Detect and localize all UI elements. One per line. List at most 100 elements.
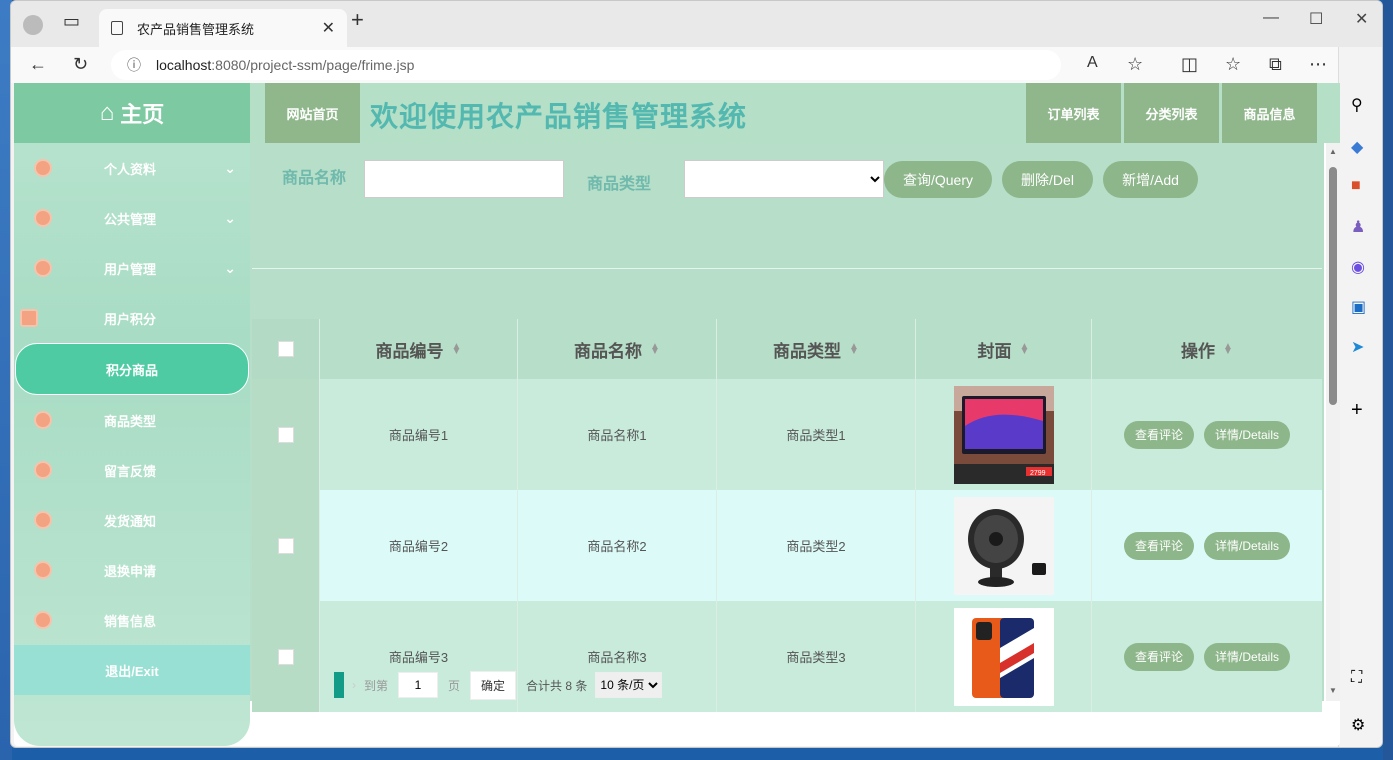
- sort-icon: ▲ ▼: [1019, 341, 1030, 357]
- split-screen-icon[interactable]: ◫: [1181, 54, 1198, 75]
- send-icon[interactable]: ➤: [1351, 337, 1364, 357]
- close-tab-icon[interactable]: ✕: [322, 18, 335, 38]
- nav-home[interactable]: 网站首页: [265, 83, 360, 143]
- goods-type-select[interactable]: [684, 160, 884, 198]
- maximize-icon[interactable]: ☐: [1309, 9, 1323, 29]
- scrollbar-thumb[interactable]: [1329, 167, 1337, 405]
- vertical-scrollbar[interactable]: ▲ ▼: [1326, 143, 1340, 701]
- close-window-icon[interactable]: ✕: [1355, 9, 1368, 29]
- divider: [252, 268, 1322, 269]
- sidebar-item-returns[interactable]: 退换申请: [14, 545, 250, 595]
- goods-name-cell: 商品名称1: [518, 379, 717, 490]
- cover-cell: 2799: [916, 379, 1092, 490]
- sidebar-item-label: 销售信息: [104, 613, 157, 629]
- details-button[interactable]: 详情/Details: [1204, 531, 1291, 560]
- toolbox-icon[interactable]: ■: [1351, 177, 1361, 195]
- profile-avatar[interactable]: [23, 15, 43, 35]
- nav-orders[interactable]: 订单列表: [1026, 83, 1121, 143]
- copilot-icon[interactable]: ◉: [1351, 257, 1365, 277]
- add-icon[interactable]: +: [1351, 399, 1363, 422]
- refresh-icon[interactable]: ↻: [73, 54, 88, 75]
- more-icon[interactable]: ⋯: [1309, 54, 1327, 75]
- nav-goods[interactable]: 商品信息: [1222, 83, 1317, 143]
- folder-icon: [34, 209, 52, 227]
- nav-categories[interactable]: 分类列表: [1124, 83, 1219, 143]
- sidebar-item-profile[interactable]: 个人资料 ⌄: [14, 143, 250, 193]
- sidebar-item-label: 用户管理: [104, 261, 157, 277]
- exit-button[interactable]: 退出/Exit: [14, 645, 250, 695]
- confirm-button[interactable]: 确定: [470, 670, 517, 700]
- minimize-icon[interactable]: —: [1263, 9, 1279, 27]
- view-reviews-button[interactable]: 查看评论: [1123, 420, 1194, 449]
- address-bar: ← ↻ ⓘ localhost:8080/project-ssm/page/fr…: [11, 47, 1382, 83]
- sort-icon: ▲ ▼: [1223, 341, 1233, 357]
- goods-name-input[interactable]: [364, 160, 564, 198]
- people-icon[interactable]: ♟: [1351, 217, 1365, 237]
- row-checkbox[interactable]: [277, 537, 294, 554]
- favorites-list-icon[interactable]: ☆: [1225, 54, 1241, 75]
- page-input[interactable]: [398, 672, 439, 698]
- goods-name-cell: 商品名称2: [518, 490, 717, 601]
- outlook-icon[interactable]: ▣: [1351, 297, 1366, 317]
- goods-type-cell: 商品类型3: [717, 601, 916, 712]
- row-checkbox[interactable]: [277, 426, 294, 443]
- cover-image-fan[interactable]: [953, 496, 1054, 595]
- delete-button[interactable]: 删除/Del: [1002, 161, 1093, 198]
- header-goods-type[interactable]: 商品类型 ▲ ▼: [717, 319, 916, 379]
- row-checkbox[interactable]: [277, 648, 294, 665]
- sidebar-item-label: 用户积分: [104, 311, 157, 327]
- scroll-down-icon[interactable]: ▼: [1329, 686, 1337, 695]
- select-all-checkbox[interactable]: [277, 341, 294, 357]
- document-icon: [34, 561, 52, 579]
- tab-actions-icon[interactable]: ▭: [63, 11, 80, 32]
- details-button[interactable]: 详情/Details: [1204, 420, 1291, 449]
- chevron-right-icon[interactable]: ›: [352, 678, 356, 692]
- cover-image-monitor[interactable]: 2799: [953, 385, 1054, 484]
- video-icon: [34, 611, 52, 629]
- view-reviews-button[interactable]: 查看评论: [1123, 531, 1194, 560]
- cover-image-phone[interactable]: [953, 607, 1054, 706]
- sidebar-item-label: 商品类型: [104, 413, 157, 429]
- exit-label: 退出/Exit: [105, 663, 159, 679]
- add-button[interactable]: 新增/Add: [1103, 161, 1198, 198]
- sidebar-item-feedback[interactable]: 留言反馈: [14, 445, 250, 495]
- sidebar-item-sales[interactable]: 销售信息: [14, 595, 250, 645]
- view-reviews-button[interactable]: 查看评论: [1123, 642, 1194, 671]
- read-aloud-icon[interactable]: A: [1087, 54, 1098, 72]
- header-select-cell: [252, 319, 320, 379]
- sidebar-item-label: 个人资料: [104, 161, 157, 177]
- sidebar-item-public[interactable]: 公共管理 ⌄: [14, 193, 250, 243]
- tag-icon[interactable]: ◆: [1351, 137, 1363, 157]
- settings-icon[interactable]: ⚙: [1351, 715, 1365, 735]
- header-cover[interactable]: 封面 ▲ ▼: [916, 319, 1092, 379]
- sidebar-item-users[interactable]: 用户管理 ⌄: [14, 243, 250, 293]
- sidebar-item-shipping[interactable]: 发货通知: [14, 495, 250, 545]
- logo-label: 主页: [120, 102, 165, 127]
- sidebar-item-goods-type[interactable]: 商品类型: [14, 395, 250, 445]
- search-icon[interactable]: ⚲: [1351, 95, 1363, 115]
- page-title: 欢迎使用农产品销售管理系统: [370, 101, 748, 132]
- screenshot-icon[interactable]: ⛶: [1351, 669, 1362, 687]
- url-field[interactable]: ⓘ localhost:8080/project-ssm/page/frime.…: [111, 50, 1061, 80]
- per-page-select[interactable]: 10 条/页: [595, 672, 663, 698]
- sidebar-item-points[interactable]: 用户积分: [14, 293, 250, 343]
- header-goods-name[interactable]: 商品名称 ▲ ▼: [518, 319, 717, 379]
- browser-tab[interactable]: 农产品销售管理系统 ✕: [99, 9, 347, 47]
- grid-icon: [20, 309, 38, 327]
- sidebar-logo[interactable]: ⌂ 主页: [14, 83, 250, 143]
- new-tab-icon[interactable]: +: [351, 7, 364, 33]
- edge-sidebar: ⚲ ◆ ■ ♟ ◉ ▣ ➤ + ⛶ ⚙: [1338, 47, 1382, 747]
- goods-id-cell: 商品编号1: [320, 379, 518, 490]
- home-icon: ⌂: [99, 99, 115, 126]
- query-button[interactable]: 查询/Query: [884, 161, 992, 198]
- sidebar-item-points-goods[interactable]: 积分商品: [15, 343, 249, 395]
- details-button[interactable]: 详情/Details: [1204, 642, 1291, 671]
- page-icon: [111, 21, 123, 35]
- favorite-icon[interactable]: ☆: [1127, 54, 1143, 75]
- scroll-up-icon[interactable]: ▲: [1329, 147, 1337, 156]
- collections-icon[interactable]: ⧉: [1269, 54, 1282, 75]
- header-actions[interactable]: 操作 ▲ ▼: [1092, 319, 1322, 379]
- back-icon[interactable]: ←: [29, 54, 47, 75]
- info-icon[interactable]: ⓘ: [127, 55, 141, 75]
- header-goods-id[interactable]: 商品编号 ▲ ▼: [320, 319, 518, 379]
